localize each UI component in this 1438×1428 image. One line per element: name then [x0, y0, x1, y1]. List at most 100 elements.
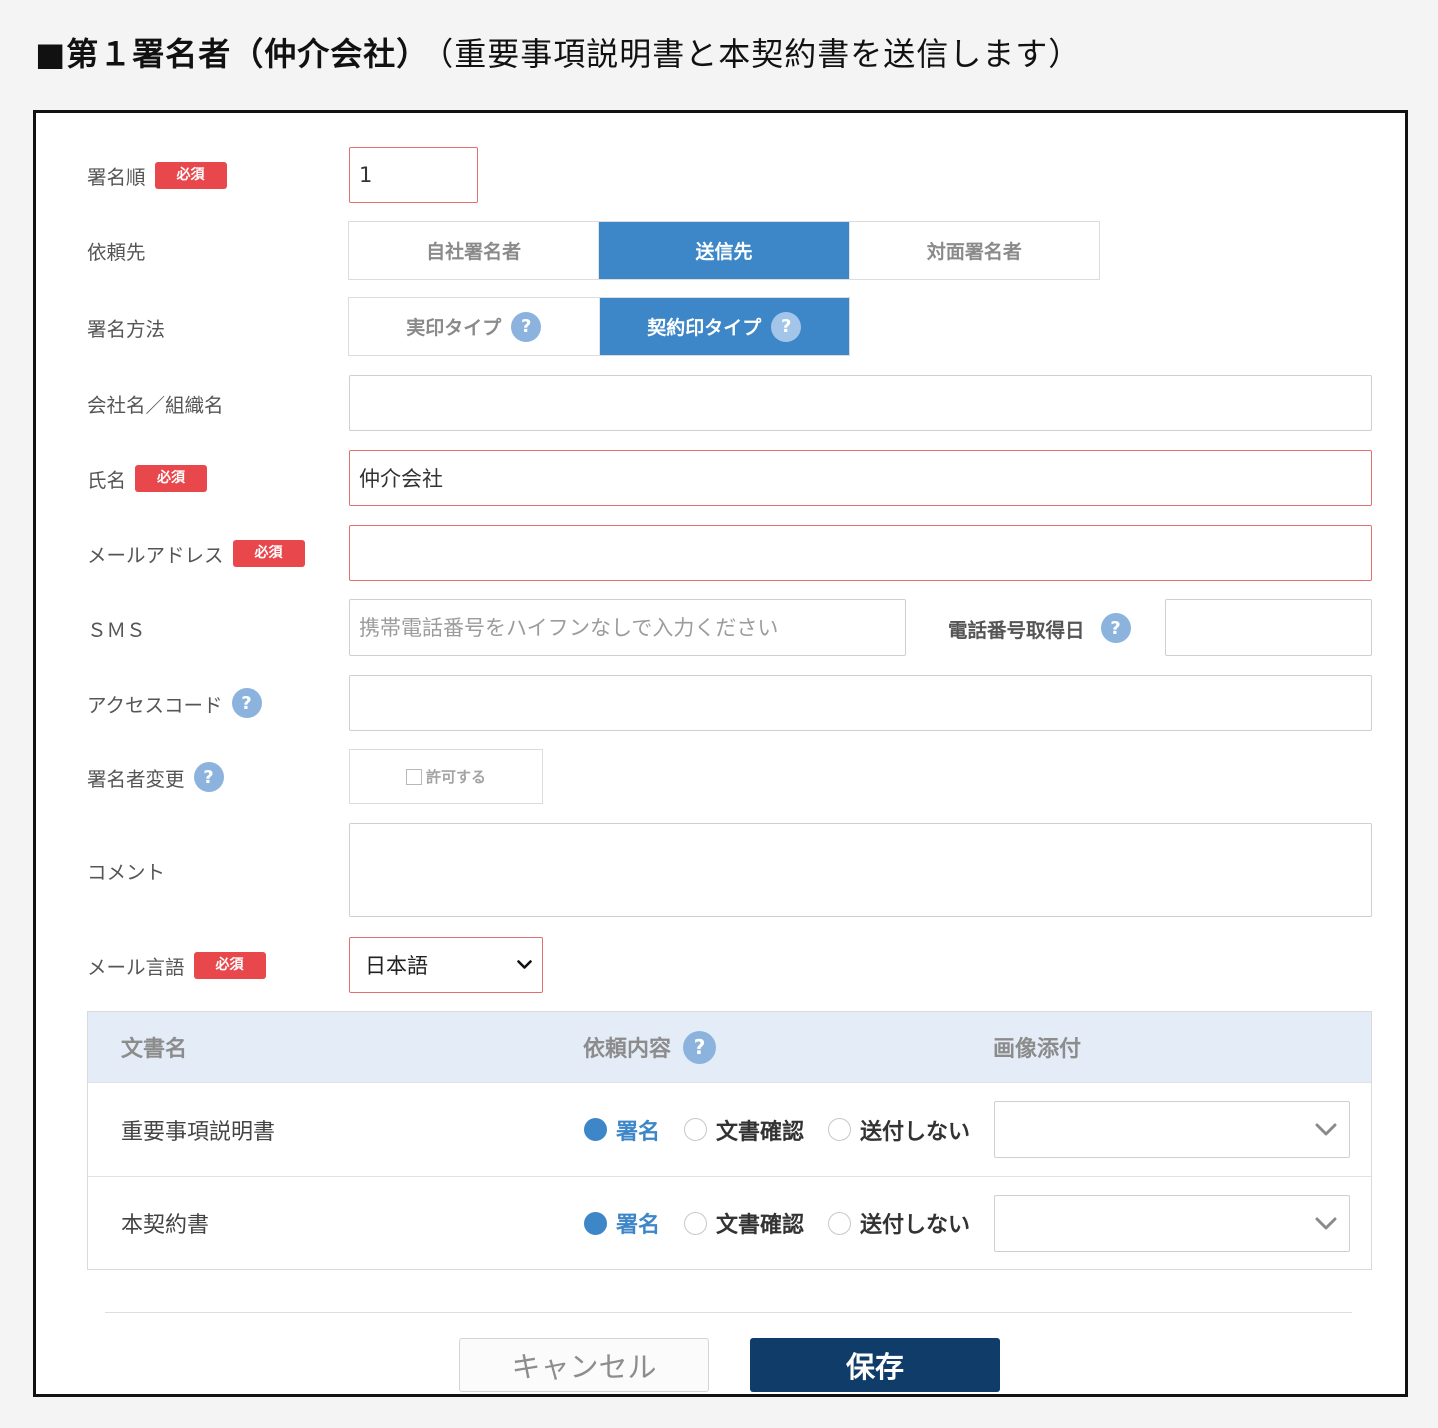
- phone-date-label-row: 電話番号取得日: [948, 608, 1131, 648]
- help-icon[interactable]: [683, 1030, 717, 1064]
- company-input[interactable]: [349, 375, 1372, 431]
- radio-button[interactable]: [828, 1118, 852, 1141]
- radio-option-sign[interactable]: 署名: [584, 1114, 660, 1146]
- required-badge: 必須: [135, 464, 208, 492]
- sign-method-option-contract-seal[interactable]: 契約印タイプ: [599, 298, 849, 355]
- sign-order-label: 署名順: [87, 165, 146, 189]
- help-icon[interactable]: [231, 688, 262, 718]
- table-row: 本契約書 署名 文書確認 送付しない: [88, 1176, 1371, 1269]
- mail-language-value: 日本語: [365, 954, 428, 978]
- radio-label: 署名: [616, 1119, 661, 1145]
- phone-date-input[interactable]: [1165, 599, 1372, 656]
- document-name: 重要事項説明書: [121, 1119, 276, 1145]
- signer-heading-note: （重要事項説明書と本契約書を送信します）: [437, 35, 1082, 73]
- table-row: 重要事項説明書 署名 文書確認 送付しない: [88, 1082, 1371, 1176]
- allow-signer-change-checkbox[interactable]: 許可する: [349, 749, 543, 804]
- access-code-input[interactable]: [349, 675, 1372, 731]
- option-label: 実印タイプ: [406, 317, 502, 339]
- header-document-name: 文書名: [121, 1037, 188, 1062]
- header-request-type: 依頼内容: [583, 1012, 717, 1082]
- image-attachment-select[interactable]: [994, 1195, 1350, 1252]
- signer-change-label-row: 署名者変更: [87, 757, 224, 797]
- radio-button[interactable]: [684, 1211, 708, 1235]
- email-input[interactable]: [349, 525, 1372, 581]
- request-target-selector: 自社署名者 送信先 対面署名者: [348, 221, 1100, 280]
- request-type-radio-group: 署名 文書確認 送付しない: [584, 1083, 994, 1176]
- name-label-row: 氏名 必須: [87, 458, 208, 498]
- comment-textarea[interactable]: [349, 823, 1372, 917]
- documents-table: 文書名 依頼内容 画像添付 重要事項説明書 署名 文書確認 送: [87, 1011, 1372, 1270]
- option-label: 送信先: [695, 241, 753, 263]
- radio-option-do-not-send[interactable]: 送付しない: [828, 1114, 970, 1146]
- request-type-radio-group: 署名 文書確認 送付しない: [584, 1177, 994, 1269]
- sign-method-selector: 実印タイプ 契約印タイプ: [348, 297, 850, 356]
- help-icon[interactable]: [1100, 613, 1131, 643]
- sign-method-label-row: 署名方法: [87, 307, 165, 347]
- signer-form-panel: 署名順 必須 依頼先 自社署名者 送信先 対面署名者 署名方法 実印タイプ 契約…: [33, 110, 1408, 1397]
- sms-phone-input[interactable]: [349, 599, 906, 656]
- option-label: 対面署名者: [926, 241, 1022, 263]
- header-image-attachment: 画像添付: [993, 1037, 1082, 1062]
- radio-button[interactable]: [584, 1211, 607, 1235]
- help-icon[interactable]: [193, 762, 224, 792]
- checkbox-icon[interactable]: [405, 768, 422, 785]
- checkbox-label: 許可する: [425, 768, 486, 786]
- radio-label: 送付しない: [860, 1119, 971, 1145]
- radio-label: 文書確認: [716, 1119, 805, 1145]
- cancel-button[interactable]: キャンセル: [459, 1338, 709, 1392]
- signer-change-label: 署名者変更: [87, 767, 185, 791]
- radio-button[interactable]: [584, 1118, 607, 1141]
- radio-label: 文書確認: [716, 1213, 805, 1238]
- email-label: メールアドレス: [87, 543, 224, 567]
- required-badge: 必須: [193, 951, 266, 979]
- request-target-option-own-signer[interactable]: 自社署名者: [349, 222, 600, 279]
- radio-button[interactable]: [828, 1211, 852, 1235]
- required-badge: 必須: [154, 161, 227, 189]
- name-label: 氏名: [87, 468, 127, 492]
- comment-label-row: コメント: [87, 850, 165, 890]
- required-badge: 必須: [232, 539, 305, 567]
- sign-order-input[interactable]: [349, 147, 478, 203]
- mail-language-label-row: メール言語 必須: [87, 945, 266, 985]
- radio-option-sign[interactable]: 署名: [584, 1207, 660, 1239]
- company-label-row: 会社名／組織名: [87, 383, 224, 423]
- help-icon[interactable]: [511, 311, 542, 342]
- header-request-type-label: 依頼内容: [583, 1037, 672, 1062]
- save-button[interactable]: 保存: [750, 1338, 1000, 1392]
- documents-table-header: 文書名 依頼内容 画像添付: [88, 1012, 1371, 1082]
- access-code-label-row: アクセスコード: [87, 683, 262, 723]
- request-target-option-in-person[interactable]: 対面署名者: [850, 222, 1099, 279]
- comment-label: コメント: [87, 860, 166, 884]
- email-label-row: メールアドレス 必須: [87, 533, 305, 573]
- document-name: 本契約書: [121, 1213, 210, 1238]
- sms-label-row: ＳＭＳ: [87, 608, 146, 648]
- company-label: 会社名／組織名: [87, 393, 224, 417]
- request-target-label: 依頼先: [87, 240, 146, 264]
- phone-date-label: 電話番号取得日: [948, 618, 1085, 642]
- help-icon[interactable]: [771, 311, 802, 342]
- page-title: ■第１署名者（仲介会社） （重要事項説明書と本契約書を送信します）: [35, 32, 1081, 76]
- radio-option-confirm-document[interactable]: 文書確認: [684, 1207, 804, 1239]
- sign-method-option-registered-seal[interactable]: 実印タイプ: [349, 298, 600, 355]
- chevron-down-icon: [1315, 1217, 1337, 1229]
- radio-option-do-not-send[interactable]: 送付しない: [828, 1207, 970, 1239]
- sms-label: ＳＭＳ: [87, 618, 146, 642]
- sign-method-label: 署名方法: [87, 317, 166, 341]
- option-label: 自社署名者: [426, 241, 522, 263]
- image-attachment-select[interactable]: [994, 1101, 1350, 1158]
- mail-language-label: メール言語: [87, 955, 185, 979]
- sign-order-label-row: 署名順 必須: [87, 155, 227, 195]
- footer-divider: [105, 1312, 1352, 1313]
- radio-label: 送付しない: [860, 1213, 971, 1238]
- option-label: 契約印タイプ: [647, 317, 762, 339]
- access-code-label: アクセスコード: [87, 693, 223, 717]
- request-target-option-recipient[interactable]: 送信先: [599, 222, 850, 279]
- chevron-down-icon: [517, 960, 532, 969]
- radio-button[interactable]: [684, 1118, 708, 1141]
- signer-heading: ■第１署名者（仲介会社）: [35, 35, 430, 73]
- chevron-down-icon: [1315, 1123, 1337, 1135]
- mail-language-select[interactable]: 日本語: [349, 937, 543, 993]
- request-target-label-row: 依頼先: [87, 230, 146, 270]
- name-input[interactable]: [349, 450, 1372, 506]
- radio-option-confirm-document[interactable]: 文書確認: [684, 1114, 804, 1146]
